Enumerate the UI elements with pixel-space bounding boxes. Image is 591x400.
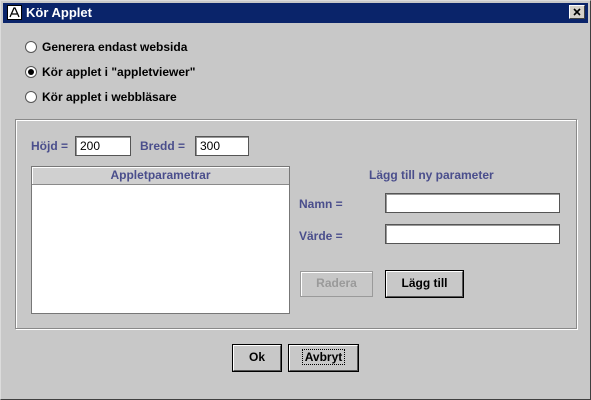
option-run-browser[interactable]: Kör applet i webbläsare	[25, 89, 177, 105]
cancel-button[interactable]: Avbryt	[288, 344, 359, 372]
cancel-label: Avbryt	[301, 349, 346, 365]
applet-parameters-list[interactable]: Appletparametrar	[31, 166, 290, 314]
option-label: Generera endast websida	[42, 40, 188, 54]
width-label: Bredd =	[140, 139, 186, 153]
delete-button[interactable]: Radera	[300, 271, 373, 297]
option-label: Kör applet i "appletviewer"	[42, 65, 196, 79]
radio-generate-webpage[interactable]	[25, 41, 37, 53]
radio-selected-dot	[28, 69, 34, 75]
radio-run-browser[interactable]	[25, 91, 37, 103]
width-input[interactable]	[195, 136, 249, 156]
radio-run-appletviewer[interactable]	[25, 66, 37, 78]
height-input[interactable]	[75, 136, 131, 156]
option-generate-webpage[interactable]: Generera endast websida	[25, 39, 187, 55]
ok-button[interactable]: Ok	[232, 344, 282, 372]
applet-parameters-header[interactable]: Appletparametrar	[32, 167, 289, 185]
run-applet-dialog: Kör Applet Generera endast websida Kör a…	[0, 0, 591, 400]
option-run-appletviewer[interactable]: Kör applet i "appletviewer"	[25, 64, 195, 80]
name-label: Namn =	[299, 197, 343, 211]
value-label: Värde =	[299, 229, 343, 243]
value-input[interactable]	[385, 224, 560, 244]
title-bar[interactable]: Kör Applet	[3, 3, 588, 23]
add-button[interactable]: Lägg till	[385, 270, 464, 298]
close-button[interactable]	[569, 5, 585, 19]
java-app-icon	[7, 5, 22, 20]
new-parameter-title: Lägg till ny parameter	[369, 168, 494, 182]
close-icon	[573, 8, 581, 16]
name-input[interactable]	[385, 193, 560, 213]
height-label: Höjd =	[31, 139, 69, 153]
option-label: Kör applet i webbläsare	[42, 90, 177, 104]
window-title: Kör Applet	[26, 5, 92, 20]
